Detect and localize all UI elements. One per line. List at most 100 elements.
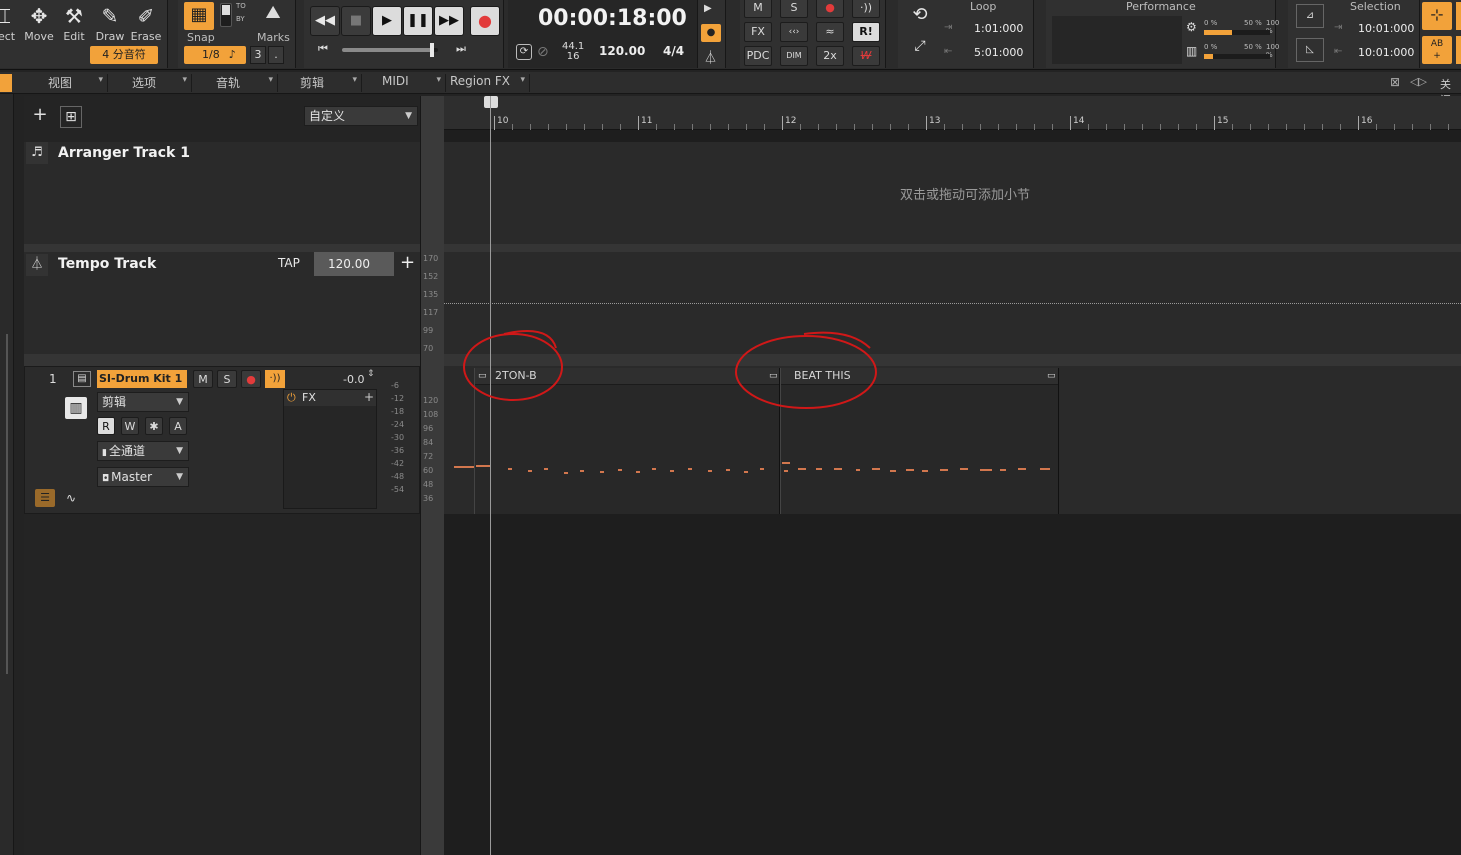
midi-note[interactable] [1040, 468, 1050, 470]
input-echo-button[interactable]: ·)) [852, 0, 880, 18]
timecode-icon[interactable]: ⊘ [537, 44, 549, 60]
track-preset-select[interactable]: 自定义 ▼ [304, 106, 418, 126]
tempo-track-header[interactable]: ⏃ Tempo Track TAP 120.00 + [24, 252, 420, 354]
selection-start-button[interactable]: ⊿ [1296, 4, 1324, 28]
track-name-field[interactable]: SI-Drum Kit 1 [97, 370, 187, 388]
clip-menu-icon[interactable]: ▭ [478, 371, 487, 381]
stop-button[interactable]: ■ [341, 6, 371, 36]
dotted-button[interactable]: . [268, 46, 284, 64]
add-track-button[interactable]: + [30, 106, 50, 126]
midi-note[interactable] [564, 472, 568, 474]
input-channel-select[interactable]: ▮ 全通道 ▼ [97, 441, 189, 461]
midi-note[interactable] [652, 468, 656, 470]
tap-tempo-button[interactable]: TAP [278, 256, 300, 270]
edit-tool-button[interactable]: ⚒ Edit [57, 2, 91, 44]
drum-track-header[interactable]: 1 ▤ SI-Drum Kit 1 M S ● ·)) -0.0 ⇕ ▥ 剪辑 ▼… [24, 366, 420, 514]
add-tempo-point-button[interactable]: + [400, 252, 415, 273]
input-echo-button[interactable]: ·)) [265, 370, 285, 388]
track-solo-button[interactable]: S [217, 370, 237, 388]
midi-note[interactable] [670, 470, 674, 472]
power-icon[interactable]: ⏻ [287, 391, 296, 405]
piano-icon[interactable]: ▥ [65, 397, 87, 419]
erase-tool-button[interactable]: ✐ Erase [129, 2, 163, 44]
selection-end-button[interactable]: ◺ [1296, 38, 1324, 62]
midi-note[interactable] [726, 469, 730, 471]
scrub-button[interactable]: ≈ [816, 22, 844, 42]
double-speed-button[interactable]: 2x [816, 46, 844, 66]
draw-tool-button[interactable]: ✎ Draw [93, 2, 127, 44]
snap-resolution-select[interactable]: 1/8 ♪ [184, 46, 246, 64]
go-to-start-button[interactable]: ⏮ [318, 42, 328, 56]
read-automation-button[interactable]: R! [852, 22, 880, 42]
midi-note[interactable] [544, 468, 548, 470]
midi-note[interactable] [940, 469, 948, 471]
track-volume[interactable]: -0.0 [343, 373, 364, 386]
midi-note[interactable] [980, 469, 992, 471]
midi-note[interactable] [580, 470, 584, 472]
loop-start[interactable]: 1:01:000 [974, 22, 1023, 35]
automation-read-button[interactable]: R [97, 417, 115, 435]
pdc-button[interactable]: PDC [744, 46, 772, 66]
snap-grid-button[interactable]: ▦ [184, 2, 214, 30]
menu-options[interactable]: 选项 ▾ [108, 74, 192, 92]
midi-note[interactable] [856, 469, 860, 471]
go-to-end-button[interactable]: ⏭ [456, 42, 466, 56]
record-mode-button[interactable]: ● [701, 24, 721, 42]
rewind-button[interactable]: ◀◀ [310, 6, 340, 36]
now-time-slider[interactable] [342, 43, 438, 57]
automation-lane-button[interactable]: ∿ [61, 489, 81, 507]
select-tool-button[interactable]: ⌶ lect [0, 2, 22, 44]
midi-note[interactable] [782, 462, 790, 464]
arranger-track-title[interactable]: Arranger Track 1 [58, 145, 190, 161]
fx-bin[interactable]: FX ⏻ + [283, 389, 377, 509]
archive-button[interactable]: A [169, 417, 187, 435]
dim-button[interactable]: DIM [780, 46, 808, 66]
midi-note[interactable] [890, 470, 896, 472]
clip-menu-icon[interactable]: ▭ [769, 371, 778, 381]
global-record-button[interactable]: ● [816, 0, 844, 18]
midi-note[interactable] [784, 470, 788, 472]
menu-midi[interactable]: MIDI ▾ [362, 74, 446, 92]
freeze-button[interactable]: ✱ [145, 417, 163, 435]
track-mute-button[interactable]: M [193, 370, 213, 388]
tempo-lane[interactable] [444, 252, 1461, 354]
output-select[interactable]: ◘ Master ▼ [97, 467, 189, 487]
loop-fit-button[interactable]: ⤢ [906, 38, 934, 62]
midi-note[interactable] [618, 469, 622, 471]
midi-note[interactable] [454, 466, 474, 468]
global-fx-button[interactable]: FX [744, 22, 772, 42]
note-duration-select[interactable]: 4 分音符 [90, 46, 158, 64]
inspector-toggle[interactable] [0, 74, 12, 92]
time-ruler[interactable]: 10 11 12 13 14 15 16 [444, 96, 1461, 130]
triplet-button[interactable]: 3 [250, 46, 266, 64]
move-tool-button[interactable]: ✥ Move [22, 2, 56, 44]
midi-note[interactable] [1018, 468, 1026, 470]
fast-forward-button[interactable]: ▶▶ [434, 6, 464, 36]
midi-note[interactable] [872, 468, 880, 470]
edit-filter-select[interactable]: 剪辑 ▼ [97, 392, 189, 412]
ab-button[interactable]: AB + [1422, 36, 1452, 64]
midi-note[interactable] [528, 470, 532, 472]
add-fx-button[interactable]: + [364, 390, 374, 404]
midi-note[interactable] [760, 468, 764, 470]
midi-note[interactable] [600, 471, 604, 473]
selection-start[interactable]: 10:01:000 [1358, 22, 1414, 35]
now-time-marker[interactable] [484, 96, 498, 108]
selection-end[interactable]: 10:01:000 [1358, 46, 1414, 59]
track-type-icon[interactable]: ▤ [73, 371, 91, 387]
marks-button[interactable]: ⛰ [257, 2, 289, 28]
midi-note[interactable] [744, 471, 748, 473]
menu-view[interactable]: 视图 ▾ [24, 74, 108, 92]
metronome-icon[interactable]: ⏃ [704, 47, 717, 66]
duplicate-track-button[interactable]: ⊞ [60, 106, 82, 128]
loop-toggle-button[interactable]: ⟲ [906, 4, 934, 28]
record-button[interactable]: ● [470, 6, 500, 36]
clips-pane[interactable]: 10 11 12 13 14 15 16 双击或拖动可添加小节 2TON-B ▭ BEAT … [444, 96, 1461, 855]
write-automation-button[interactable]: W [852, 46, 880, 66]
midi-note[interactable] [688, 468, 692, 470]
midi-note[interactable] [798, 468, 806, 470]
midi-note[interactable] [636, 471, 640, 473]
midi-note[interactable] [816, 468, 822, 470]
midi-note[interactable] [922, 470, 928, 472]
time-display[interactable]: 00:00:18:00 [538, 6, 687, 31]
